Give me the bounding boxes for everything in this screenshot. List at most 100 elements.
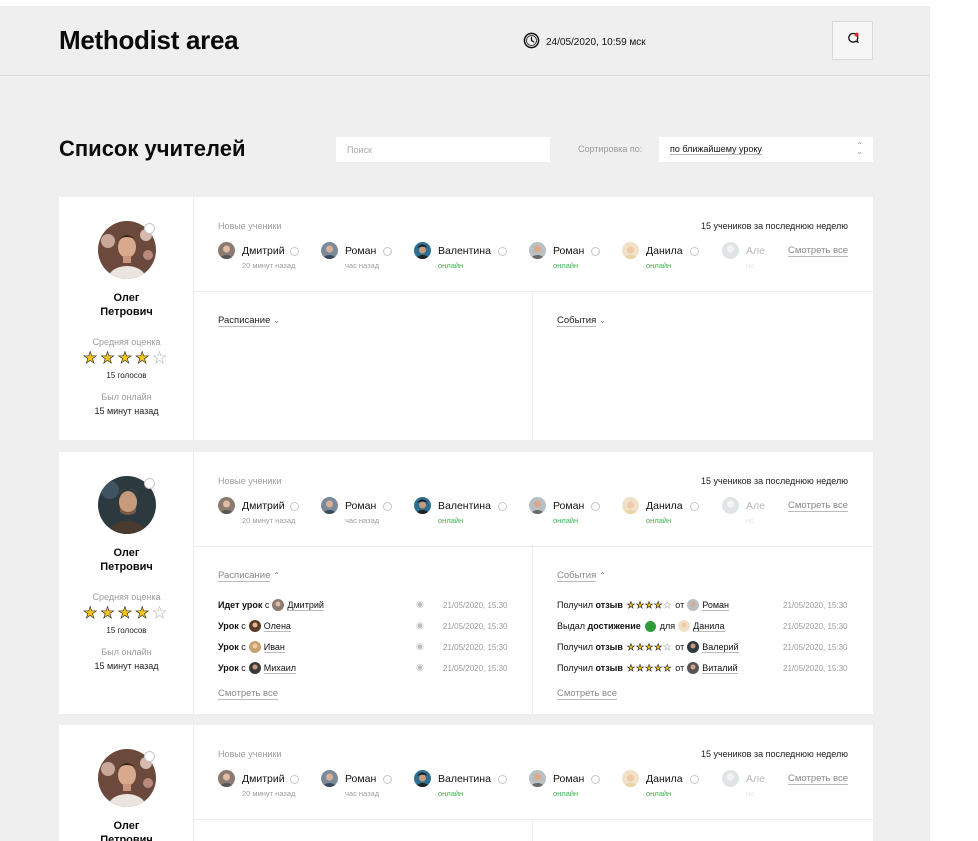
divider [532, 547, 533, 714]
new-students-label: Новые ученики [218, 749, 282, 759]
schedule-date: 21/05/2020, 15:30 [443, 622, 508, 631]
clock-icon [523, 32, 540, 52]
achievement-badge-icon [644, 620, 656, 632]
star-filled-icon: ★ [117, 350, 133, 367]
student-link[interactable]: Дмитрий [287, 600, 324, 611]
rating-stars: ★ ★ ★ ★ ★ [626, 662, 672, 673]
datetime-text: 24/05/2020, 10:59 мск [546, 36, 646, 48]
chevron-up-icon: ⌃ [599, 571, 606, 580]
student-avatar [687, 662, 700, 674]
eye-icon[interactable]: ◉ [416, 620, 424, 631]
student-link[interactable]: Данила [693, 621, 725, 632]
eye-icon[interactable]: ◉ [416, 599, 424, 610]
chevron-down-icon: ⌄ [273, 316, 281, 325]
student-avatar [678, 620, 691, 632]
chevron-up-icon: ⌃ [273, 571, 281, 580]
schedule-row: Идет урок с Дмитрий [218, 599, 324, 611]
status-icon [591, 502, 600, 511]
student-link[interactable]: Виталий [702, 663, 738, 674]
rating-stars: ★ ★ ★ ★ ★ [626, 599, 672, 610]
student-link[interactable]: Иван [263, 642, 285, 653]
eye-icon[interactable]: ◉ [416, 662, 424, 673]
student-link[interactable]: Михаил [263, 663, 296, 674]
student-avatar [272, 599, 285, 611]
see-all-students-link[interactable]: Смотреть все [788, 773, 848, 785]
teacher-card: Олег Петрович Средняя оценка ★ ★ ★ ★ ★ 15 гол… [59, 452, 873, 714]
student-avatar [622, 770, 639, 787]
star-filled-icon: ★ [83, 350, 98, 367]
divider [194, 291, 873, 292]
status-icon [383, 775, 392, 784]
events-toggle[interactable]: События ⌃ [557, 570, 606, 582]
status-icon [290, 775, 299, 784]
votes-count: 15 голосов [106, 371, 147, 380]
star-filled-icon: ★ [117, 605, 133, 622]
event-date: 21/05/2020, 15:30 [783, 664, 848, 673]
schedule-row: Урок с Олена [218, 620, 291, 632]
offline-status-icon [144, 223, 155, 234]
updown-chevron-icon: ⌃ ⌄ [856, 141, 863, 156]
last-online-value: 15 минут назад [94, 661, 159, 671]
event-date: 21/05/2020, 15:30 [783, 601, 848, 610]
see-all-events-link[interactable]: Смотреть все [557, 688, 617, 700]
new-students-list: Дмитрий 20 минут назад Роман час назад В… [218, 770, 765, 800]
student-avatar [248, 662, 261, 674]
event-date: 21/05/2020, 15:30 [783, 622, 848, 631]
student-avatar [414, 242, 431, 259]
chat-notification-icon [846, 31, 860, 50]
student-avatar [218, 497, 235, 514]
rating-stars: ★ ★ ★ ★ ★ [626, 641, 672, 652]
new-students-label: Новые ученики [218, 221, 282, 231]
status-icon [290, 247, 299, 256]
week-count: 15 учеников за последнюю неделю [700, 221, 848, 231]
divider [194, 819, 873, 820]
teacher-card: Олег Петрович Средняя оценка ★ ★ ★ ★ ★ 15 гол… [59, 197, 873, 440]
sort-select[interactable]: по ближайшему уроку ⌃ ⌄ [659, 137, 873, 162]
student-avatar [321, 497, 338, 514]
student-avatar [722, 242, 739, 259]
star-filled-icon: ★ [135, 605, 150, 622]
status-icon [498, 247, 507, 256]
student-avatar [321, 770, 338, 787]
schedule-toggle[interactable]: Расписание ⌃ [218, 570, 281, 582]
status-icon [591, 247, 600, 256]
eye-icon[interactable]: ◉ [416, 641, 424, 652]
new-students-list: Дмитрий 20 минут назад Роман час назад В… [218, 242, 765, 272]
status-icon [690, 247, 699, 256]
status-icon [383, 247, 392, 256]
star-empty-icon: ★ [152, 605, 167, 622]
event-row: Получил отзыв ★ ★ ★ ★ ★ от Виталий [557, 662, 738, 674]
teacher-name[interactable]: Олег Петрович [59, 819, 194, 841]
star-filled-icon: ★ [83, 605, 98, 622]
search-input[interactable] [336, 137, 550, 162]
student-avatar [218, 242, 235, 259]
event-row: Выдал достижение для Данила [557, 620, 725, 632]
event-row: Получил отзыв ★ ★ ★ ★ ★ от Валерий [557, 641, 739, 653]
methodist-app: Methodist area 24/05/2020, 10:59 мск Спи… [0, 6, 930, 841]
student-link[interactable]: Олена [263, 621, 291, 632]
star-filled-icon: ★ [100, 350, 115, 367]
schedule-toggle[interactable]: Расписание ⌄ [218, 315, 281, 327]
see-all-students-link[interactable]: Смотреть все [788, 245, 848, 257]
last-online-value: 15 минут назад [94, 406, 159, 416]
schedule-date: 21/05/2020, 15:30 [443, 601, 508, 610]
see-all-schedule-link[interactable]: Смотреть все [218, 688, 278, 700]
student-link[interactable]: Роман [702, 600, 729, 611]
teacher-name[interactable]: Олег Петрович [59, 546, 194, 574]
top-header: Methodist area 24/05/2020, 10:59 мск [0, 6, 930, 76]
see-all-students-link[interactable]: Смотреть все [788, 500, 848, 512]
student-link[interactable]: Валерий [702, 642, 739, 653]
event-row: Получил отзыв ★ ★ ★ ★ ★ от Роман [557, 599, 729, 611]
teacher-name[interactable]: Олег Петрович [59, 291, 194, 319]
schedule-date: 21/05/2020, 15:30 [443, 643, 508, 652]
events-toggle[interactable]: События ⌄ [557, 315, 606, 327]
teacher-profile: Олег Петрович Средняя оценка ★ ★ ★ ★ ★ 15 гол… [59, 452, 194, 714]
notifications-button[interactable] [832, 21, 873, 60]
week-count: 15 учеников за последнюю неделю [700, 476, 848, 486]
event-date: 21/05/2020, 15:30 [783, 643, 848, 652]
star-empty-icon: ★ [152, 350, 167, 367]
app-title: Methodist area [59, 25, 239, 55]
student-avatar [529, 242, 546, 259]
schedule-row: Урок с Иван [218, 641, 285, 653]
datetime: 24/05/2020, 10:59 мск [523, 32, 646, 52]
